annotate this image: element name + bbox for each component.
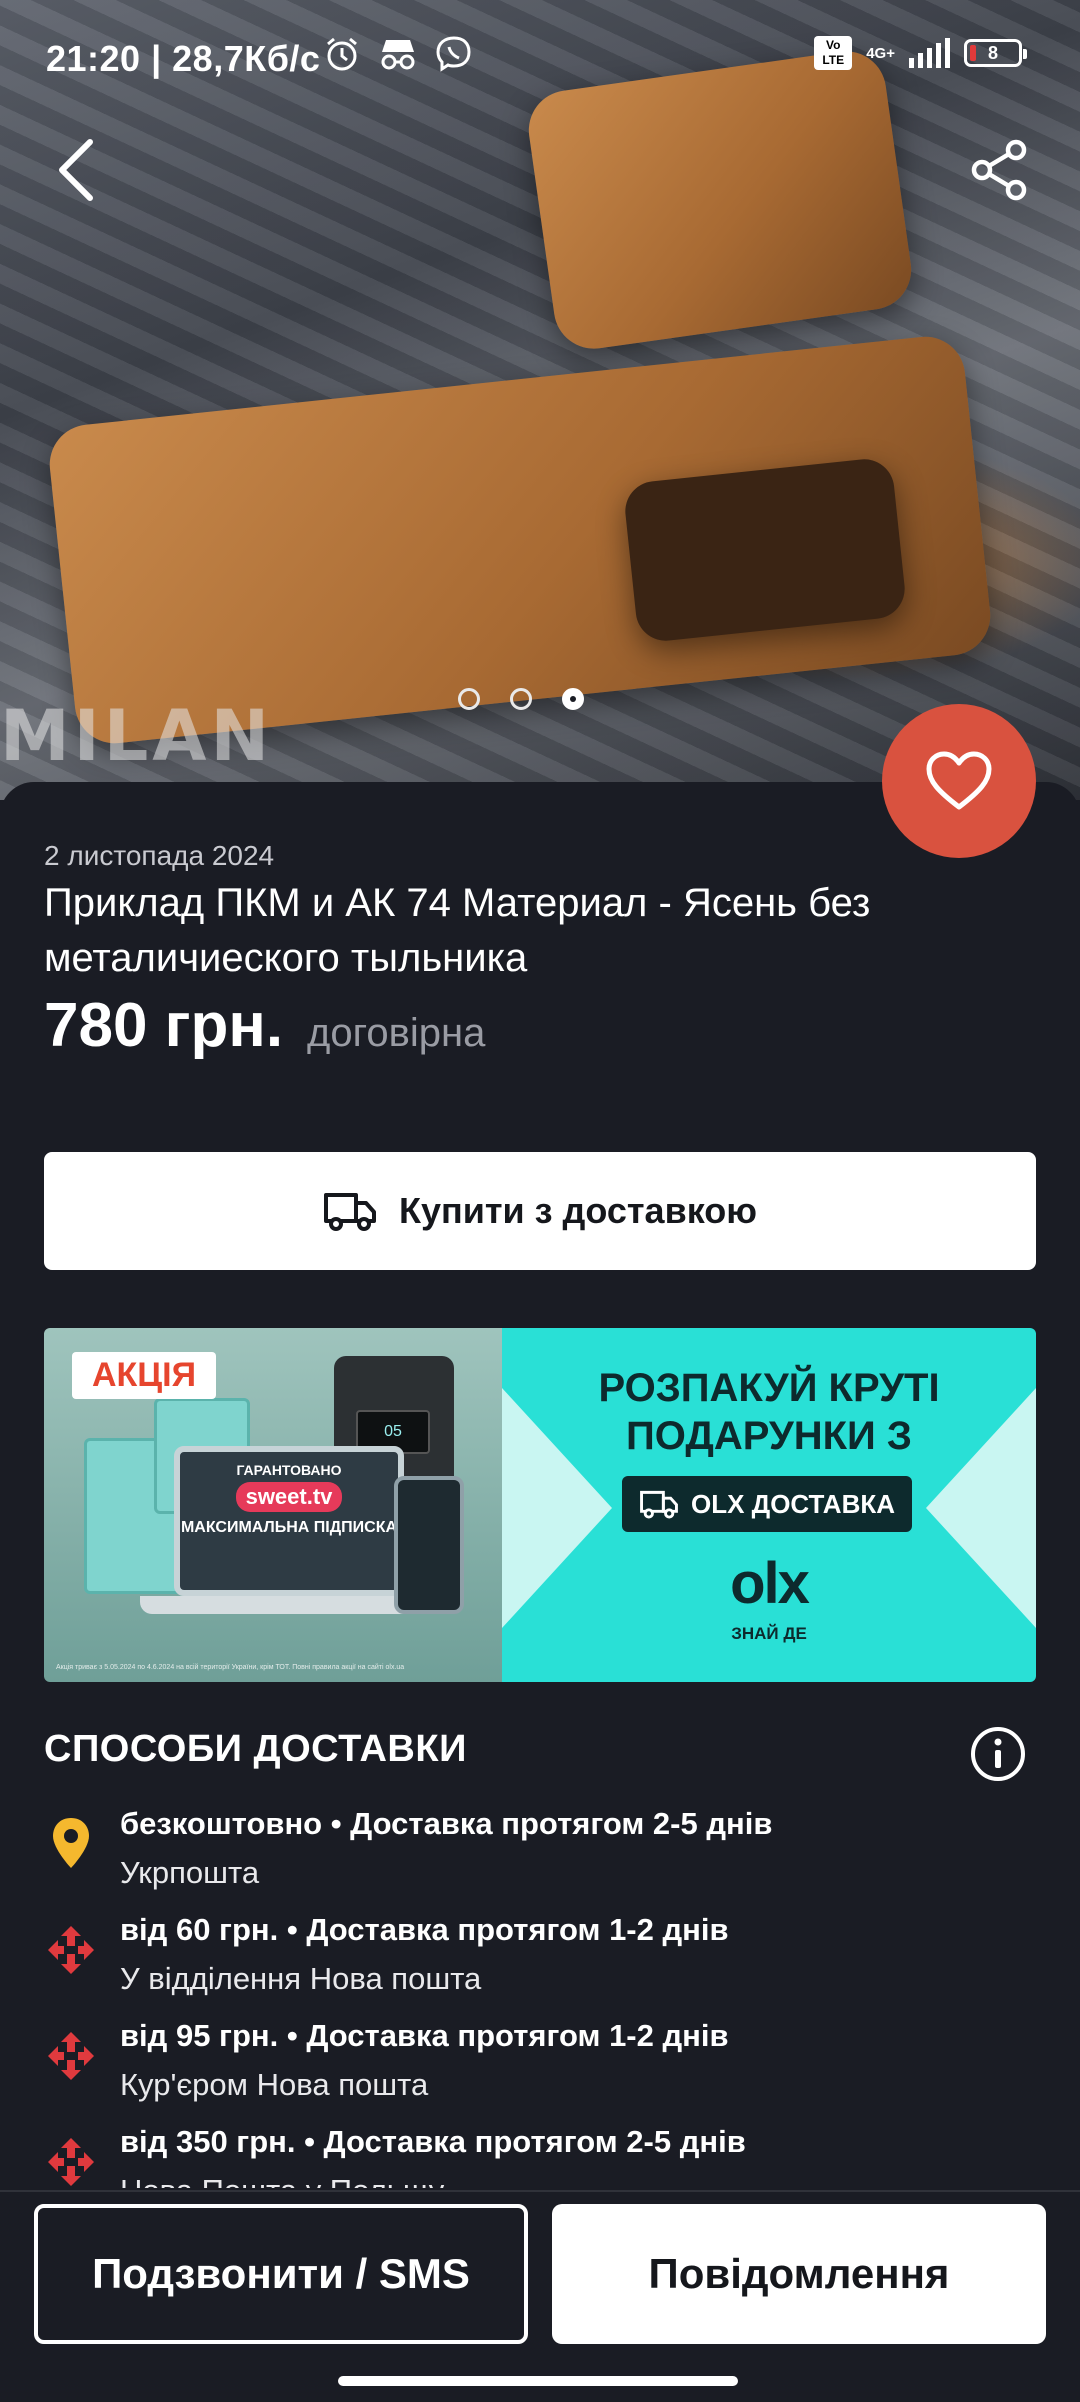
gallery-dot-active[interactable] — [562, 688, 584, 710]
listing-title: Приклад ПКМ и АК 74 Материал - Ясень без… — [44, 881, 871, 980]
negotiable-label: договірна — [307, 1011, 486, 1055]
share-icon[interactable] — [968, 138, 1032, 202]
call-sms-button[interactable]: Подзвонити / SMS — [34, 2204, 528, 2344]
listing-date: 2 листопада 2024 — [44, 840, 275, 871]
banner-left-image: 05 ГАРАНТОВАНО sweet.tv МАКСИМАЛЬНА ПІДП… — [44, 1328, 502, 1682]
delivery-method-item: від 95 грн. • Доставка протягом 1-2 днів… — [0, 2012, 1080, 2122]
banner-right-panel: РОЗПАКУЙ КРУТІ ПОДАРУНКИ З OLX ДОСТАВКА … — [502, 1328, 1036, 1682]
delivery-method-item: безкоштовно • Доставка протягом 2-5 днів… — [0, 1800, 1080, 1910]
olx-delivery-chip: OLX ДОСТАВКА — [622, 1476, 912, 1532]
battery-level: 8 — [987, 42, 998, 63]
photo-stock-hole — [622, 456, 908, 644]
alarm-icon — [327, 37, 357, 71]
back-arrow-icon[interactable] — [48, 130, 108, 210]
status-time: 21:20 | 28,7Кб/с — [46, 38, 321, 79]
status-system-icons: Vo LTE 4G+ 8 — [814, 36, 1027, 70]
status-notification-icons — [322, 34, 474, 74]
message-button[interactable]: Повідомлення — [552, 2204, 1046, 2344]
signal-icon — [909, 38, 950, 68]
banner-headline: РОЗПАКУЙ КРУТІ ПОДАРУНКИ З — [598, 1366, 940, 1458]
delivery-truck-icon — [640, 1490, 678, 1519]
viber-icon — [436, 36, 471, 72]
favorite-button[interactable] — [882, 704, 1036, 858]
buy-with-delivery-button[interactable]: Купити з доставкою — [44, 1152, 1036, 1270]
sweettv-logo: sweet.tv — [235, 1482, 343, 1512]
network-type: 4G+ — [866, 44, 895, 62]
gallery-pagination — [458, 688, 584, 710]
status-bar: 21:20 | 28,7Кб/с Vo LTE 4G+ 8 — [0, 0, 1080, 120]
delivery-method-price: від 350 грн. • Доставка протягом 2-5 дні… — [120, 2124, 746, 2159]
delivery-method-price: від 95 грн. • Доставка протягом 1-2 днів — [120, 2018, 729, 2053]
buy-button-label: Купити з доставкою — [399, 1190, 757, 1231]
banner-fine-print: Акція триває з 5.05.2024 по 4.6.2024 на … — [56, 1664, 405, 1671]
listing-photo[interactable]: MILAN — [0, 0, 1080, 800]
subscription-label: МАКСИМАЛЬНА ПІДПИСКА — [180, 1519, 398, 1536]
delivery-method-carrier: Нова Пошта у Польщу — [120, 2173, 444, 2188]
price-row: 780 грн. договірна — [44, 990, 485, 1061]
delivery-truck-icon — [324, 1193, 376, 1231]
heart-icon — [926, 751, 992, 810]
delivery-method-item: від 60 грн. • Доставка протягом 1-2 днів… — [0, 1906, 1080, 2016]
delivery-method-carrier: У відділення Нова пошта — [120, 1961, 482, 1996]
bottom-action-bar: Подзвонити / SMS Повідомлення — [0, 2190, 1080, 2402]
olx-slogan: ЗНАЙ ДЕ — [731, 1624, 807, 1643]
nova-poshta-icon — [48, 2032, 94, 2080]
gallery-dot[interactable] — [510, 688, 532, 710]
listing-price: 780 грн. — [44, 991, 284, 1060]
incognito-icon — [381, 40, 415, 70]
nova-poshta-icon — [48, 1926, 94, 1974]
gallery-dot[interactable] — [458, 688, 480, 710]
promo-banner[interactable]: 05 ГАРАНТОВАНО sweet.tv МАКСИМАЛЬНА ПІДП… — [44, 1328, 1036, 1682]
nova-poshta-icon — [48, 2138, 94, 2186]
info-icon[interactable] — [968, 1724, 1028, 1784]
promo-badge: АКЦІЯ — [72, 1352, 217, 1399]
photo-text: MILAN — [0, 695, 274, 777]
battery-icon: 8 — [964, 39, 1027, 67]
olx-logo: olx — [730, 1551, 810, 1616]
laptop-image: ГАРАНТОВАНО sweet.tv МАКСИМАЛЬНА ПІДПИСК… — [174, 1446, 404, 1596]
guaranteed-label: ГАРАНТОВАНО — [236, 1462, 342, 1478]
olx-delivery-label: OLX ДОСТАВКА — [691, 1488, 895, 1519]
delivery-method-carrier: Кур'єром Нова пошта — [120, 2067, 429, 2102]
delivery-method-price: від 60 грн. • Доставка протягом 1-2 днів — [120, 1912, 729, 1947]
network-indicator: 4G+ — [866, 45, 895, 62]
gesture-home-bar[interactable] — [338, 2376, 738, 2386]
delivery-method-carrier: Укрпошта — [120, 1855, 260, 1890]
delivery-methods-list: безкоштовно • Доставка протягом 2-5 днів… — [0, 1800, 1080, 2188]
ukrposhta-pin-icon — [53, 1818, 89, 1868]
volte-badge: Vo LTE — [814, 36, 853, 70]
delivery-method-item: від 350 грн. • Доставка протягом 2-5 дні… — [0, 2118, 1080, 2188]
delivery-methods-title: СПОСОБИ ДОСТАВКИ — [44, 1728, 467, 1770]
smartphone-image — [394, 1476, 464, 1614]
delivery-method-price: безкоштовно • Доставка протягом 2-5 днів — [120, 1806, 773, 1841]
